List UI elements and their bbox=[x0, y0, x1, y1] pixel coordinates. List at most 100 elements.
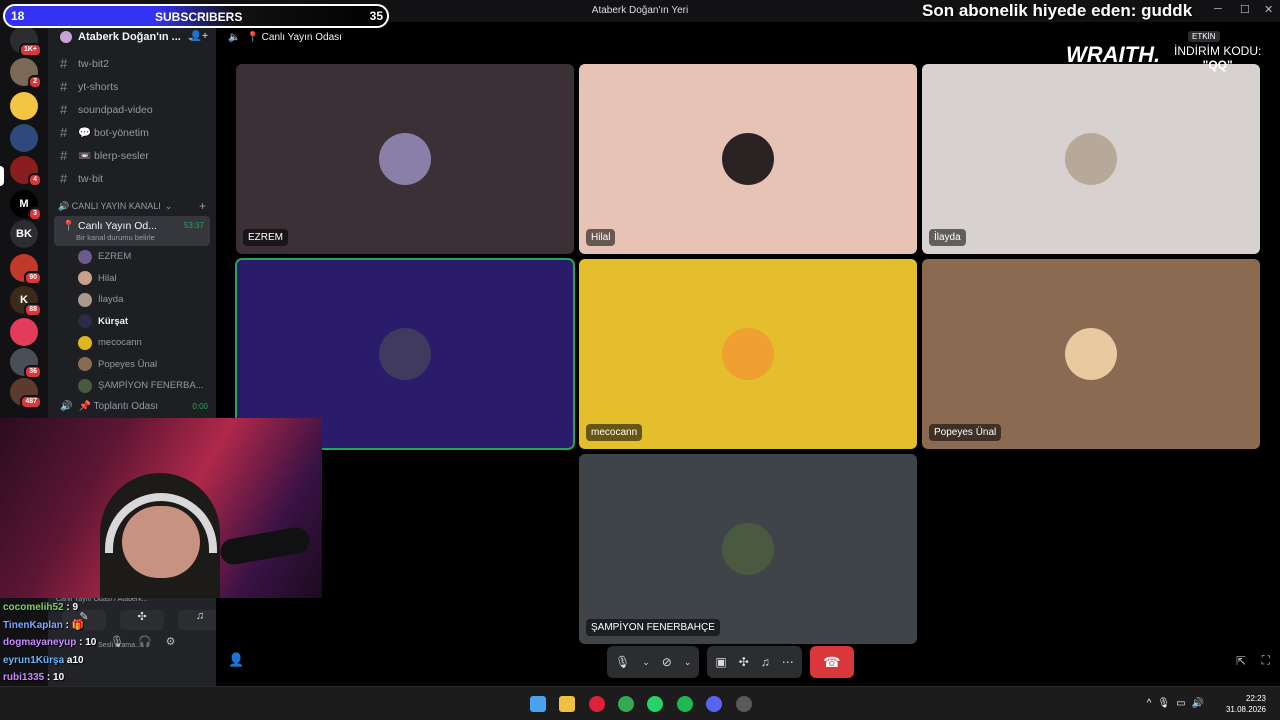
avatar bbox=[78, 335, 92, 350]
taskbar-clock[interactable]: 22:23 31.08.2026 bbox=[1226, 693, 1266, 715]
text-channel[interactable]: # 📼 blerp-sesler bbox=[48, 144, 216, 167]
server-icon[interactable]: 4 bbox=[10, 156, 42, 187]
system-tray[interactable]: ^🎙▭🔊 bbox=[1147, 698, 1210, 709]
whatsapp-icon[interactable] bbox=[647, 696, 663, 712]
participant-name: mecocann bbox=[586, 424, 643, 441]
voice-channel-timer: 0:00 bbox=[192, 402, 208, 411]
participant-tile[interactable]: İlayda bbox=[922, 64, 1260, 254]
voice-member[interactable]: mecocann bbox=[48, 332, 216, 354]
chat-username: dogmayaneyup bbox=[3, 637, 77, 648]
fullscreen-icon[interactable]: ⛶ bbox=[1262, 653, 1270, 668]
text-channel[interactable]: # 💬 bot-yönetim bbox=[48, 121, 216, 144]
microphone-icon[interactable]: 🎙 bbox=[615, 655, 630, 669]
avatar bbox=[78, 357, 92, 372]
participant-tile[interactable]: ŞAMPİYON FENERBAHÇE bbox=[579, 454, 917, 644]
server-icon[interactable] bbox=[10, 124, 38, 152]
voice-channel-name: 📍 Canlı Yayın Od... bbox=[62, 220, 157, 232]
voice-channel-status[interactable]: Bir kanal durumu belirle bbox=[76, 233, 155, 242]
chat-text: : 10 bbox=[79, 637, 97, 648]
discount-line2: "QQ" bbox=[1202, 58, 1233, 72]
voice-member[interactable]: EZREM bbox=[48, 246, 216, 268]
member-name: Hilal bbox=[98, 272, 117, 284]
taskbar: ^🎙▭🔊 22:23 31.08.2026 bbox=[0, 686, 1280, 720]
soundboard-icon[interactable]: ♫ bbox=[761, 655, 770, 669]
minimize-button[interactable]: ─ bbox=[1214, 3, 1222, 15]
voice-channel-name: 📌 Toplantı Odası bbox=[78, 401, 158, 412]
popout-icon[interactable]: ⇱ bbox=[1236, 654, 1246, 668]
participant-name: EZREM bbox=[243, 229, 288, 246]
server-name: Ataberk Doğan'ın ... bbox=[78, 31, 181, 43]
opera-icon[interactable] bbox=[589, 696, 605, 712]
category-header[interactable]: 🔊 CANLI YAYIN KANALI ⌄ + bbox=[48, 196, 216, 216]
server-icon[interactable]: 2 bbox=[10, 58, 42, 89]
server-icon[interactable]: 90 bbox=[10, 254, 42, 285]
voice-stage: 🔈 📍 Canlı Yayın Odası EZREM Hilal İlayda me… bbox=[216, 22, 1280, 686]
chat-text: : 🎁 bbox=[65, 619, 85, 631]
add-user-icon[interactable]: 👤+ bbox=[190, 31, 208, 42]
channel-label: soundpad-video bbox=[78, 103, 153, 116]
voice-member[interactable]: Hilal bbox=[48, 268, 216, 290]
text-channel[interactable]: # tw-bit2 bbox=[48, 52, 216, 75]
server-icon bbox=[60, 31, 72, 43]
server-icon[interactable] bbox=[10, 318, 38, 346]
close-button[interactable]: ✕ bbox=[1264, 3, 1273, 16]
participant-tile[interactable]: EZREM bbox=[236, 64, 574, 254]
maximize-button[interactable]: ☐ bbox=[1240, 3, 1250, 16]
obs-icon[interactable] bbox=[736, 696, 752, 712]
chrome-icon[interactable] bbox=[618, 696, 634, 712]
disconnect-call-button[interactable]: ☎ bbox=[809, 646, 854, 678]
sponsor-logo: WRAITH. bbox=[1066, 42, 1161, 67]
activities-icon[interactable]: ✣ bbox=[739, 655, 749, 669]
voice-channel-active[interactable]: 📍 Canlı Yayın Od... Bir kanal durumu bel… bbox=[54, 216, 210, 246]
participant-tile[interactable]: Popeyes Ünal bbox=[922, 259, 1260, 449]
server-icon[interactable]: M3 bbox=[10, 190, 42, 221]
participant-tile[interactable]: mecocann bbox=[579, 259, 917, 449]
voice-member[interactable]: Kürşat bbox=[48, 311, 216, 333]
hash-icon: # bbox=[60, 79, 68, 94]
chat-message: rubi1335 : 10 bbox=[3, 669, 213, 687]
server-icon[interactable]: 36 bbox=[10, 348, 42, 379]
server-icon[interactable]: 487 bbox=[10, 378, 42, 409]
notification-badge: 88 bbox=[24, 303, 42, 317]
participant-tile[interactable]: Hilal bbox=[579, 64, 917, 254]
last-gifter-banner: Son abonelik hiyede eden: guddk bbox=[922, 1, 1193, 20]
windows-start-icon[interactable] bbox=[530, 696, 546, 712]
member-name: Kürşat bbox=[98, 315, 129, 327]
server-icon[interactable]: BK bbox=[10, 220, 38, 248]
more-options-icon[interactable]: ⋯ bbox=[782, 655, 794, 669]
voice-member[interactable]: İlayda bbox=[48, 289, 216, 311]
chat-username: rubi1335 bbox=[3, 672, 45, 683]
hash-icon: # bbox=[60, 148, 68, 163]
chat-message: TinenKaplan : 🎁 bbox=[3, 617, 213, 635]
member-name: İlayda bbox=[98, 294, 124, 306]
text-channel[interactable]: # soundpad-video bbox=[48, 98, 216, 121]
avatar bbox=[78, 378, 92, 393]
chevron-down-icon[interactable]: ⌄ bbox=[642, 657, 650, 668]
avatar bbox=[1065, 328, 1117, 380]
audio-video-controls: 🎙 ⌄ ⊘ ⌄ bbox=[607, 646, 700, 678]
invite-user-icon[interactable]: 👤 bbox=[228, 652, 244, 668]
text-channel[interactable]: # yt-shorts bbox=[48, 75, 216, 98]
text-channel[interactable]: # tw-bit bbox=[48, 167, 216, 190]
avatar bbox=[722, 133, 774, 185]
share-controls: ▣ ✣ ♫ ⋯ bbox=[707, 646, 802, 678]
voice-member[interactable]: Popeyes Ünal bbox=[48, 354, 216, 376]
chevron-down-icon[interactable]: ⌄ bbox=[684, 657, 692, 668]
file-explorer-icon[interactable] bbox=[559, 696, 575, 712]
spotify-icon[interactable] bbox=[677, 696, 693, 712]
add-channel-icon[interactable]: + bbox=[199, 199, 206, 213]
member-name: Popeyes Ünal bbox=[98, 358, 158, 370]
hash-icon: # bbox=[60, 102, 68, 117]
server-icon[interactable] bbox=[10, 92, 38, 120]
server-icon[interactable]: 1K+ bbox=[10, 26, 42, 57]
discord-icon[interactable] bbox=[706, 696, 722, 712]
screen-share-icon[interactable]: ▣ bbox=[715, 655, 726, 669]
voice-member[interactable]: ŞAMPİYON FENERBA... bbox=[48, 375, 216, 397]
voice-channel-toplanti[interactable]: 🔊 📌 Toplantı Odası 0:00 bbox=[48, 397, 216, 417]
camera-off-icon[interactable]: ⊘ bbox=[662, 655, 672, 669]
avatar bbox=[78, 292, 92, 307]
channel-label: tw-bit2 bbox=[78, 57, 109, 70]
server-icon[interactable]: K 88 bbox=[10, 286, 42, 317]
notification-badge: 1K+ bbox=[18, 43, 42, 57]
discount-line1: İNDİRİM KODU: bbox=[1174, 44, 1262, 58]
